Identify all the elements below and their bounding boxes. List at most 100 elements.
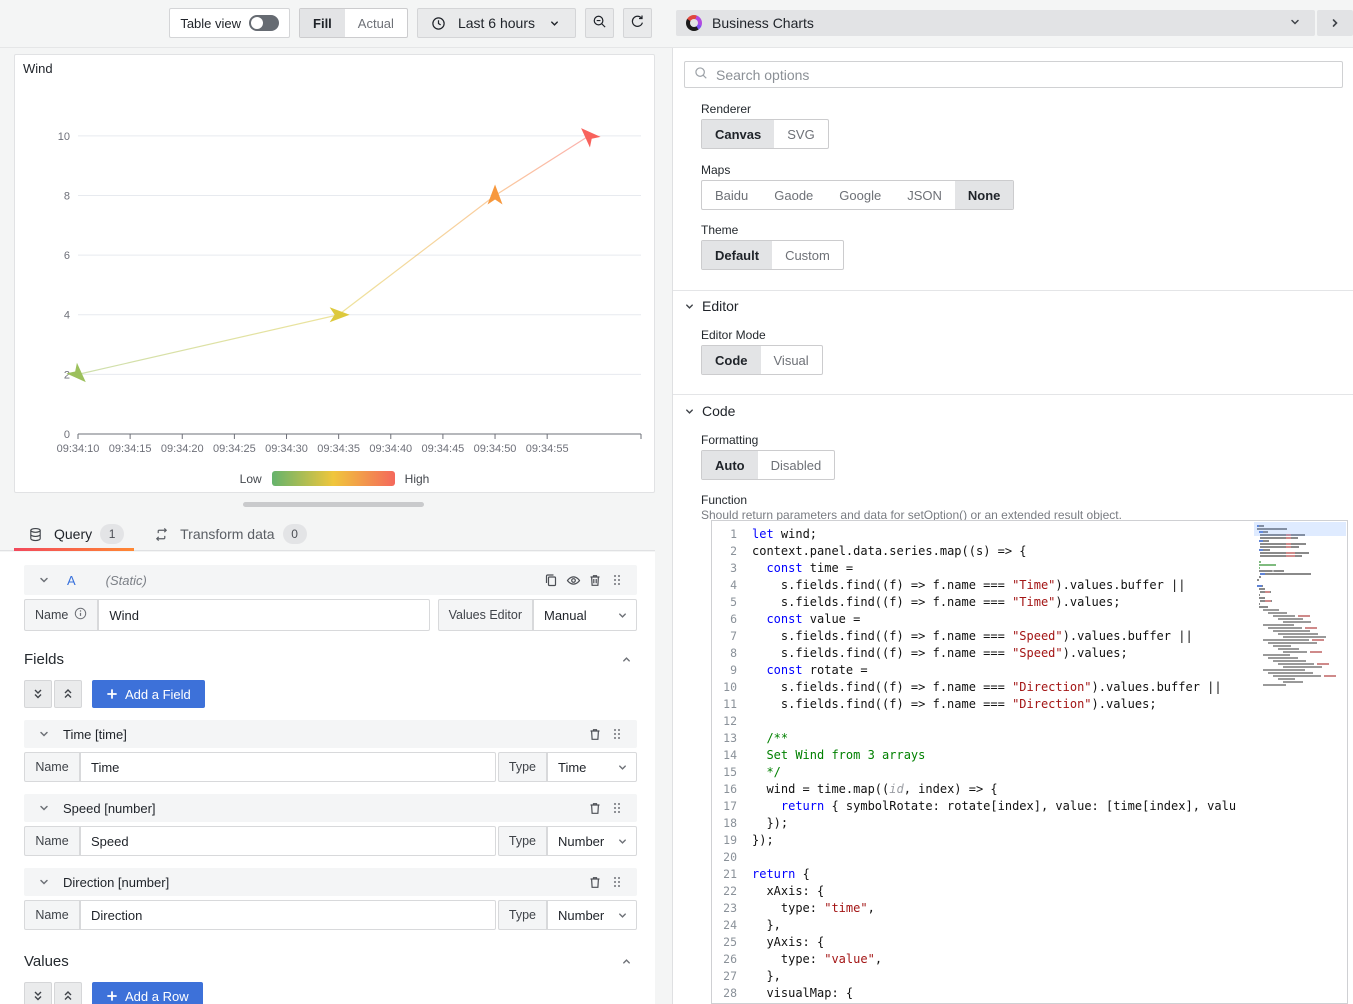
display-mode-option-fill[interactable]: Fill [300, 9, 345, 37]
svg-text:09:34:10: 09:34:10 [57, 443, 100, 455]
duplicate-query-icon[interactable] [540, 569, 562, 591]
visual-map-legend: Low High [15, 471, 654, 486]
visualization-select[interactable]: Business Charts [676, 10, 1315, 36]
field-title: Speed [number] [63, 801, 156, 816]
code-line: 22xAxis: { [712, 883, 1347, 900]
query-datasource-type: (Static) [106, 573, 147, 588]
expand-all-button[interactable] [54, 982, 82, 1004]
tab-transform-data[interactable]: Transform data 0 [140, 518, 316, 550]
field-direction-header[interactable]: Direction [number] [24, 868, 637, 896]
svg-text:0: 0 [64, 429, 70, 441]
chevron-down-icon [33, 569, 55, 591]
svg-text:4: 4 [64, 310, 70, 322]
line-number: 22 [712, 883, 752, 900]
collapse-all-button[interactable] [24, 982, 52, 1004]
clock-icon [428, 12, 450, 34]
collapse-options-pane-button[interactable] [1317, 10, 1353, 36]
hide-response-eye-icon[interactable] [562, 569, 584, 591]
maps-option-gaode[interactable]: Gaode [761, 181, 826, 209]
options-search[interactable] [684, 61, 1343, 88]
line-number: 11 [712, 696, 752, 713]
field-type-select[interactable]: Number [547, 826, 637, 856]
renderer-option-svg[interactable]: SVG [774, 120, 827, 148]
maps-option-baidu[interactable]: Baidu [702, 181, 761, 209]
svg-text:09:34:50: 09:34:50 [474, 443, 517, 455]
delete-field-icon[interactable] [584, 723, 606, 745]
drag-handle-icon[interactable] [606, 871, 628, 893]
formatting-option-disabled[interactable]: Disabled [758, 451, 835, 479]
table-view-switch[interactable] [249, 15, 279, 31]
field-type-select[interactable]: Time [547, 752, 637, 782]
formatting-option-auto[interactable]: Auto [702, 451, 758, 479]
maps-option-json[interactable]: JSON [894, 181, 955, 209]
line-number: 1 [712, 526, 752, 543]
line-number: 15 [712, 764, 752, 781]
chevron-down-icon [684, 406, 695, 417]
field-name-input[interactable] [80, 826, 496, 856]
display-mode-option-actual[interactable]: Actual [345, 9, 407, 37]
field-time-header[interactable]: Time [time] [24, 720, 637, 748]
drag-handle-icon[interactable] [606, 723, 628, 745]
maps-option-none[interactable]: None [955, 181, 1014, 209]
tab-query[interactable]: Query 1 [14, 518, 134, 550]
expand-all-button[interactable] [54, 680, 82, 708]
function-code-editor[interactable]: 1let wind;2context.panel.data.series.map… [711, 520, 1348, 1004]
zoom-out-button[interactable] [585, 8, 614, 38]
editor-section-header[interactable]: Editor [684, 298, 739, 314]
field-type-select[interactable]: Number [547, 900, 637, 930]
renderer-option-canvas[interactable]: Canvas [702, 120, 774, 148]
code-section-title: Code [702, 403, 735, 419]
theme-option-default[interactable]: Default [702, 241, 772, 269]
editor-mode-group: CodeVisual [701, 345, 823, 375]
field-type-label: Type [498, 900, 547, 930]
editor-mode-option-visual[interactable]: Visual [761, 346, 822, 374]
drag-handle-icon[interactable] [606, 797, 628, 819]
wind-chart: 024681009:34:1009:34:1509:34:2009:34:250… [15, 55, 654, 492]
delete-field-icon[interactable] [584, 871, 606, 893]
svg-text:09:34:25: 09:34:25 [213, 443, 256, 455]
code-section-header[interactable]: Code [684, 403, 735, 419]
editor-mode-option-code[interactable]: Code [702, 346, 761, 374]
minimap-slider[interactable] [1254, 522, 1346, 536]
code-line: 9const rotate = [712, 662, 1347, 679]
line-number: 7 [712, 628, 752, 645]
maps-option-google[interactable]: Google [826, 181, 894, 209]
field-name-input[interactable] [80, 900, 496, 930]
code-line: 6const value = [712, 611, 1347, 628]
delete-field-icon[interactable] [584, 797, 606, 819]
add-field-button[interactable]: Add a Field [92, 680, 205, 708]
collapse-section-icon[interactable] [615, 950, 637, 972]
field-title: Time [time] [63, 727, 127, 742]
code-line: 21return { [712, 866, 1347, 883]
code-minimap[interactable] [1254, 522, 1346, 1002]
refresh-button[interactable] [623, 8, 652, 38]
field-name-input[interactable] [80, 752, 496, 782]
theme-label: Theme [701, 223, 738, 237]
info-icon[interactable] [74, 607, 87, 623]
options-search-input[interactable] [716, 67, 1333, 83]
delete-query-icon[interactable] [584, 569, 606, 591]
pane-resize-handle[interactable] [243, 502, 424, 507]
chevron-down-icon [684, 301, 695, 312]
field-speed-header[interactable]: Speed [number] [24, 794, 637, 822]
line-number: 8 [712, 645, 752, 662]
code-line: 12 [712, 713, 1347, 730]
table-view-toggle-group[interactable]: Table view [169, 8, 290, 38]
drag-handle-icon[interactable] [606, 569, 628, 591]
transform-count-badge: 0 [283, 524, 307, 544]
time-range-picker[interactable]: Last 6 hours [417, 8, 576, 38]
query-name-input[interactable] [98, 599, 429, 631]
theme-option-custom[interactable]: Custom [772, 241, 843, 269]
code-line: 10s.fields.find((f) => f.name === "Direc… [712, 679, 1347, 696]
code-line: 19}); [712, 832, 1347, 849]
add-row-button[interactable]: Add a Row [92, 982, 203, 1004]
collapse-all-button[interactable] [24, 680, 52, 708]
code-line: 7s.fields.find((f) => f.name === "Speed"… [712, 628, 1347, 645]
query-row-header[interactable]: A (Static) [24, 565, 637, 595]
code-line: 27}, [712, 968, 1347, 985]
values-editor-select[interactable]: Manual [533, 599, 637, 631]
code-line: 8s.fields.find((f) => f.name === "Speed"… [712, 645, 1347, 662]
collapse-section-icon[interactable] [615, 648, 637, 670]
code-line: 5s.fields.find((f) => f.name === "Time")… [712, 594, 1347, 611]
fields-heading: Fields [24, 651, 64, 668]
